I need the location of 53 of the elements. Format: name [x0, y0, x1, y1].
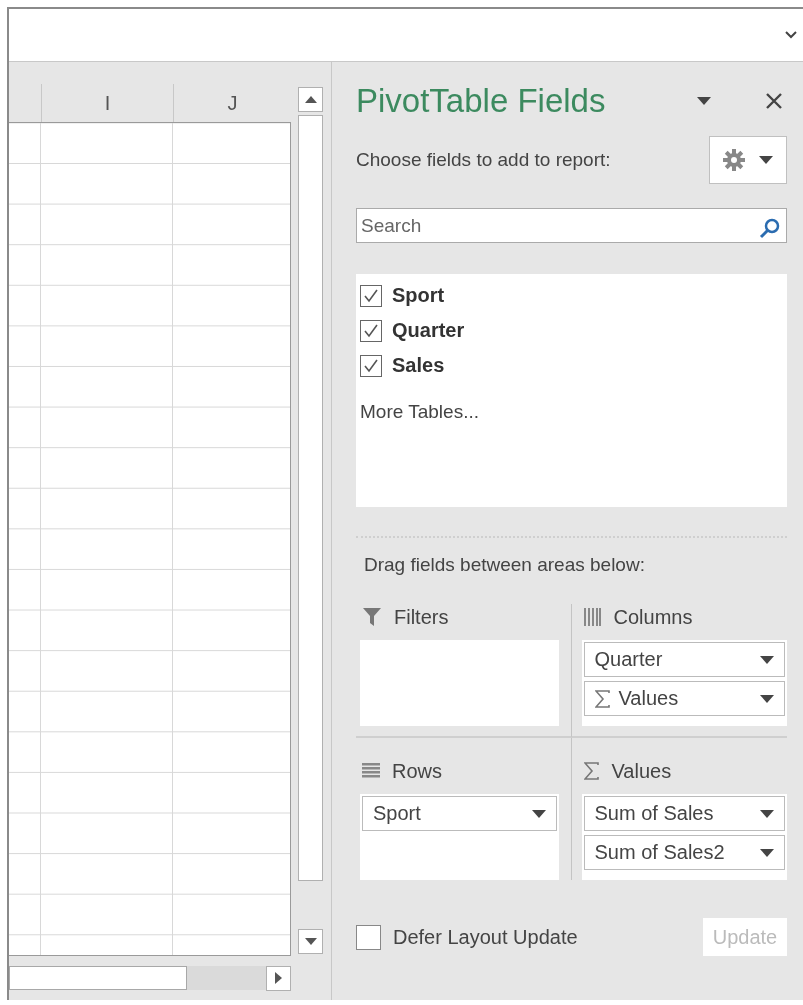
caret-icon — [760, 694, 774, 703]
close-icon — [765, 92, 783, 110]
scroll-thumb[interactable] — [298, 115, 323, 881]
filter-icon — [362, 607, 382, 627]
checkbox[interactable] — [360, 319, 382, 342]
area-field-item[interactable]: Values — [583, 681, 785, 716]
search-icon[interactable] — [759, 217, 781, 239]
check-icon — [363, 358, 379, 373]
gear-icon — [723, 149, 745, 171]
panel-title: PivotTable Fields — [356, 82, 607, 120]
drop-area[interactable]: Quarter Values — [581, 640, 787, 726]
checkbox[interactable] — [360, 354, 382, 377]
rows-icon — [362, 763, 380, 779]
defer-layout-update-checkbox[interactable]: Defer Layout Update — [356, 924, 578, 950]
scroll-right-button[interactable] — [266, 965, 291, 991]
drop-area[interactable]: Sport — [360, 794, 559, 880]
field-item[interactable]: Sales — [360, 348, 783, 383]
chevron-down-icon[interactable] — [785, 31, 797, 39]
checkbox[interactable] — [360, 284, 382, 307]
tools-button[interactable] — [709, 136, 787, 184]
check-icon — [363, 288, 379, 303]
columns-icon — [583, 608, 602, 626]
caret-icon — [760, 848, 774, 857]
area-field-item[interactable]: Sum of Sales — [583, 796, 785, 831]
caret-icon — [759, 156, 773, 164]
area-label: Rows — [392, 759, 442, 783]
area-field-item[interactable]: Sum of Sales2 — [583, 835, 785, 870]
caret-icon — [697, 97, 711, 105]
field-item[interactable]: Sport — [360, 278, 783, 313]
caret-icon — [760, 809, 774, 818]
triangle-right-icon — [275, 972, 282, 984]
search-field[interactable]: Search — [356, 208, 787, 243]
sigma-icon — [594, 689, 611, 708]
caret-icon — [760, 655, 774, 664]
scroll-thumb[interactable] — [9, 966, 187, 990]
triangle-up-icon — [304, 96, 317, 103]
area-field-item[interactable]: Quarter — [583, 642, 785, 677]
scroll-up-button[interactable] — [298, 87, 323, 112]
sigma-icon — [583, 762, 600, 780]
more-tables-link[interactable]: More Tables... — [360, 401, 783, 423]
area-label: Filters — [394, 605, 449, 629]
drop-area[interactable]: Sum of Sales Sum of Sales2 — [581, 794, 787, 880]
triangle-down-icon — [304, 938, 317, 945]
caret-icon — [531, 809, 546, 818]
check-icon — [363, 323, 379, 338]
drag-fields-label: Drag fields between areas below: — [364, 554, 646, 576]
area-label: Columns — [613, 605, 693, 629]
choose-fields-label: Choose fields to add to report: — [356, 149, 611, 171]
scroll-down-button[interactable] — [298, 929, 323, 954]
area-field-item[interactable]: Sport — [362, 796, 557, 831]
field-item[interactable]: Quarter — [360, 313, 783, 348]
area-label: Values — [611, 759, 672, 783]
checkbox[interactable] — [356, 924, 381, 950]
